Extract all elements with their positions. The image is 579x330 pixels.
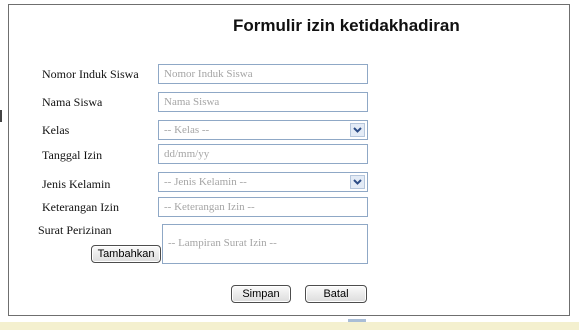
jenis-kelamin-select[interactable]: -- Jenis Kelamin -- — [158, 172, 368, 192]
keterangan-izin-input[interactable]: -- Keterangan Izin -- — [158, 197, 368, 217]
label-jenis-kelamin: Jenis Kelamin — [42, 177, 111, 191]
lampiran-surat-izin-field[interactable]: -- Lampiran Surat Izin -- — [162, 224, 368, 264]
nama-siswa-placeholder: Nama Siswa — [164, 96, 220, 108]
lampiran-surat-izin-placeholder: -- Lampiran Surat Izin -- — [168, 237, 277, 249]
tambahkan-button[interactable]: Tambahkan — [91, 245, 161, 263]
chevron-down-icon — [353, 127, 362, 133]
keterangan-izin-placeholder: -- Keterangan Izin -- — [164, 201, 255, 213]
kelas-select-value: -- Kelas -- — [164, 124, 210, 136]
label-nomor-induk-siswa: Nomor Induk Siswa — [42, 67, 139, 81]
form-title: Formulir izin ketidakhadiran — [233, 16, 460, 35]
chevron-down-icon — [353, 179, 362, 185]
tanggal-izin-placeholder: dd/mm/yy — [164, 148, 210, 160]
tanggal-izin-input[interactable]: dd/mm/yy — [158, 144, 368, 164]
simpan-button[interactable]: Simpan — [231, 285, 291, 303]
kelas-dropdown-button[interactable] — [350, 123, 365, 137]
batal-button[interactable]: Batal — [305, 285, 367, 303]
jenis-kelamin-select-value: -- Jenis Kelamin -- — [164, 176, 247, 188]
label-tanggal-izin: Tanggal Izin — [42, 148, 103, 162]
label-nama-siswa: Nama Siswa — [42, 95, 103, 109]
nomor-induk-siswa-placeholder: Nomor Induk Siswa — [164, 68, 253, 80]
kelas-select[interactable]: -- Kelas -- — [158, 120, 368, 140]
bottom-strip — [0, 322, 579, 330]
label-kelas: Kelas — [42, 123, 70, 137]
label-keterangan-izin: Keterangan Izin — [42, 200, 119, 214]
nama-siswa-input[interactable]: Nama Siswa — [158, 92, 368, 112]
nomor-induk-siswa-input[interactable]: Nomor Induk Siswa — [158, 64, 368, 84]
left-edge-mark — [0, 110, 2, 122]
jenis-kelamin-dropdown-button[interactable] — [350, 175, 365, 189]
label-surat-perizinan: Surat Perizinan — [38, 223, 112, 237]
bottom-edge-mark — [348, 319, 366, 322]
